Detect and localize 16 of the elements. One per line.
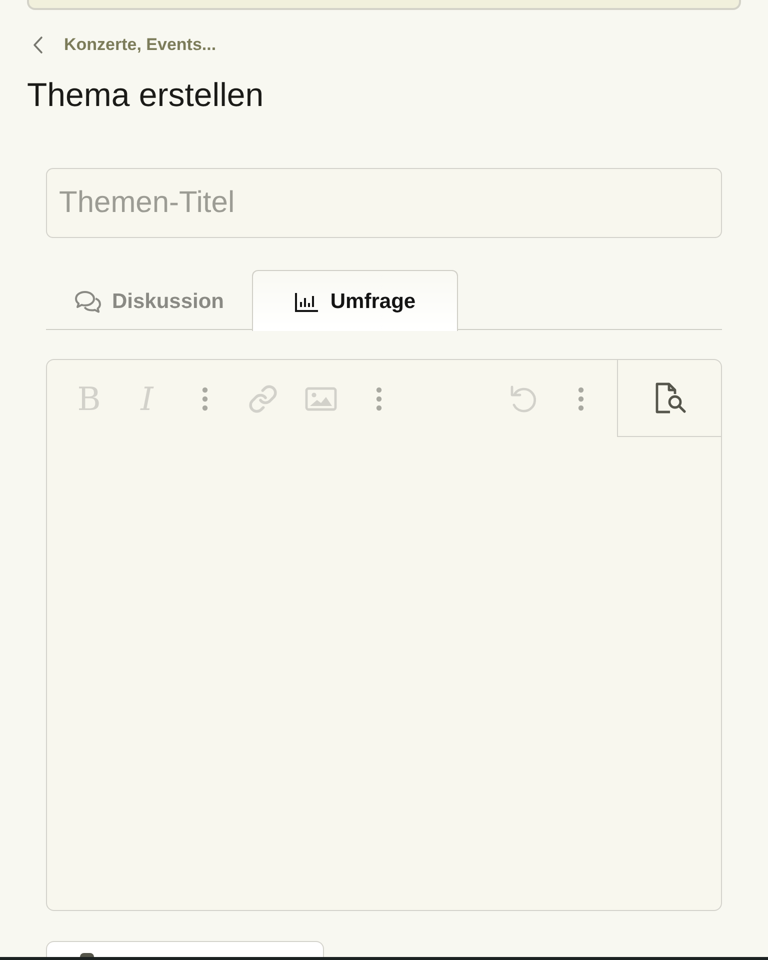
more-vertical-icon: [202, 386, 208, 410]
link-icon: [248, 384, 278, 414]
back-link[interactable]: Konzerte, Events...: [27, 33, 216, 57]
bar-chart-icon: [294, 290, 320, 313]
page-title: Thema erstellen: [27, 75, 265, 115]
chevron-left-icon: [33, 36, 43, 54]
more-vertical-icon: [376, 386, 382, 410]
bottom-button[interactable]: [46, 941, 324, 957]
tab[interactable]: Umfrage: [252, 270, 458, 330]
more-vertical-icon: [578, 386, 584, 410]
speech-bubbles-icon: [74, 290, 102, 314]
undo-icon: [508, 384, 538, 414]
preview-button[interactable]: [617, 360, 721, 437]
image-icon: [305, 386, 337, 410]
title-input[interactable]: Themen-Titel: [46, 168, 722, 238]
tab[interactable]: Diskussion: [46, 270, 252, 330]
